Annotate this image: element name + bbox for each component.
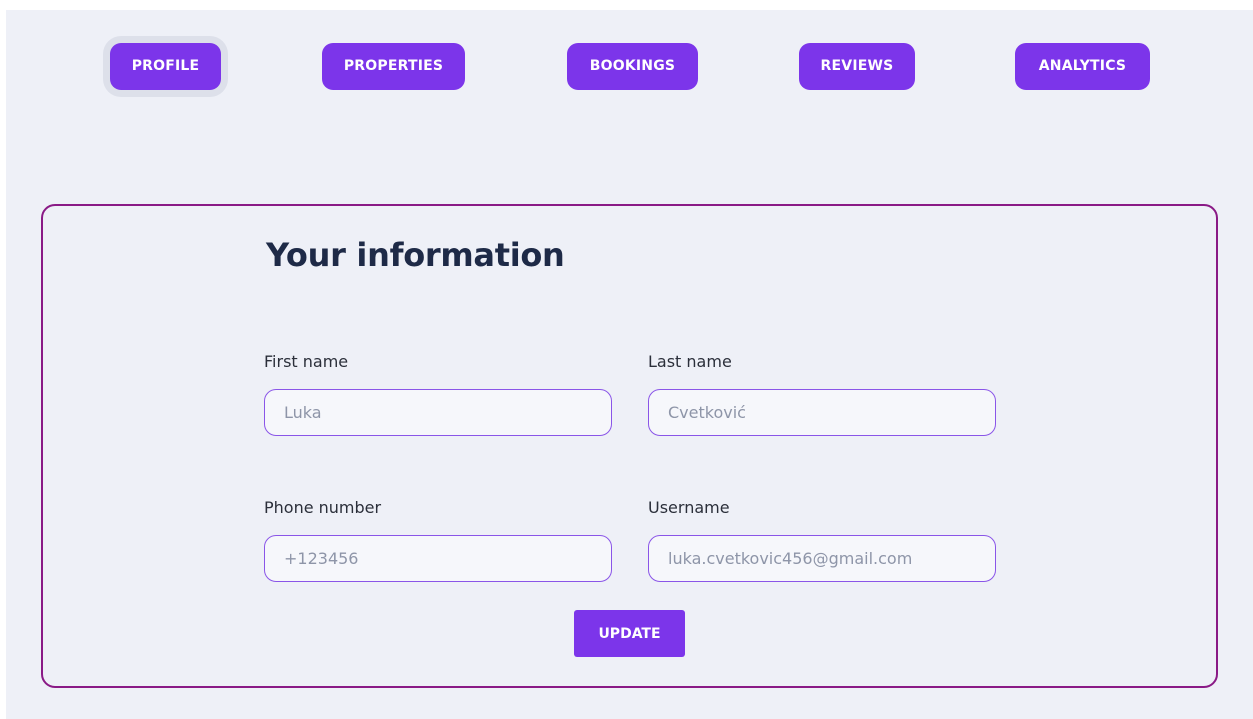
page-title: Your information: [266, 236, 565, 274]
top-navigation: PROFILE PROPERTIES BOOKINGS REVIEWS ANAL…: [6, 43, 1253, 90]
phone-number-label: Phone number: [264, 498, 382, 517]
phone-number-input[interactable]: [264, 535, 612, 582]
tab-profile[interactable]: PROFILE: [110, 43, 221, 90]
last-name-label: Last name: [648, 352, 732, 371]
first-name-input[interactable]: [264, 389, 612, 436]
username-input[interactable]: [648, 535, 996, 582]
tab-analytics[interactable]: ANALYTICS: [1015, 43, 1150, 90]
tab-bookings[interactable]: BOOKINGS: [567, 43, 698, 90]
page-background: PROFILE PROPERTIES BOOKINGS REVIEWS ANAL…: [6, 10, 1253, 719]
tab-reviews[interactable]: REVIEWS: [799, 43, 915, 90]
first-name-label: First name: [264, 352, 349, 371]
update-button[interactable]: UPDATE: [574, 610, 685, 657]
tab-properties[interactable]: PROPERTIES: [322, 43, 465, 90]
profile-form-card: Your information First name Last name Ph…: [41, 204, 1218, 688]
username-label: Username: [648, 498, 730, 517]
last-name-input[interactable]: [648, 389, 996, 436]
